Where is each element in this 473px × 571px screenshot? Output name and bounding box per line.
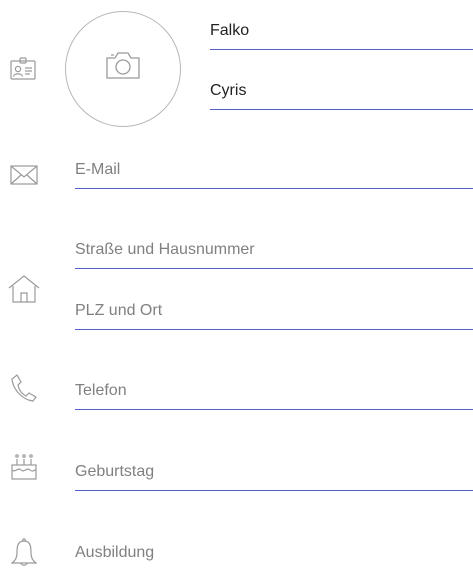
last-name-field[interactable]: Cyris <box>210 76 473 110</box>
camera-icon <box>105 50 141 80</box>
education-placeholder: Ausbildung <box>75 544 155 561</box>
envelope-icon <box>10 165 38 185</box>
email-field[interactable]: E-Mail <box>75 156 473 189</box>
birthday-field[interactable]: Geburtstag <box>75 458 473 491</box>
phone-icon <box>11 374 37 402</box>
email-placeholder: E-Mail <box>75 161 121 178</box>
zip-city-placeholder: PLZ und Ort <box>75 302 163 319</box>
street-placeholder: Straße und Hausnummer <box>75 241 255 258</box>
first-name-field[interactable]: Falko <box>210 16 473 50</box>
first-name-value: Falko <box>210 22 250 39</box>
phone-field[interactable]: Telefon <box>75 377 473 410</box>
house-icon <box>8 275 40 303</box>
bell-icon <box>11 538 37 568</box>
last-name-value: Cyris <box>210 82 247 99</box>
street-field[interactable]: Straße und Hausnummer <box>75 236 473 269</box>
photo-picker[interactable] <box>65 11 181 127</box>
zip-city-field[interactable]: PLZ und Ort <box>75 297 473 330</box>
phone-placeholder: Telefon <box>75 382 127 399</box>
education-field[interactable]: Ausbildung <box>75 538 473 571</box>
cake-icon <box>10 454 38 480</box>
birthday-placeholder: Geburtstag <box>75 463 155 480</box>
id-card-icon <box>10 57 36 81</box>
